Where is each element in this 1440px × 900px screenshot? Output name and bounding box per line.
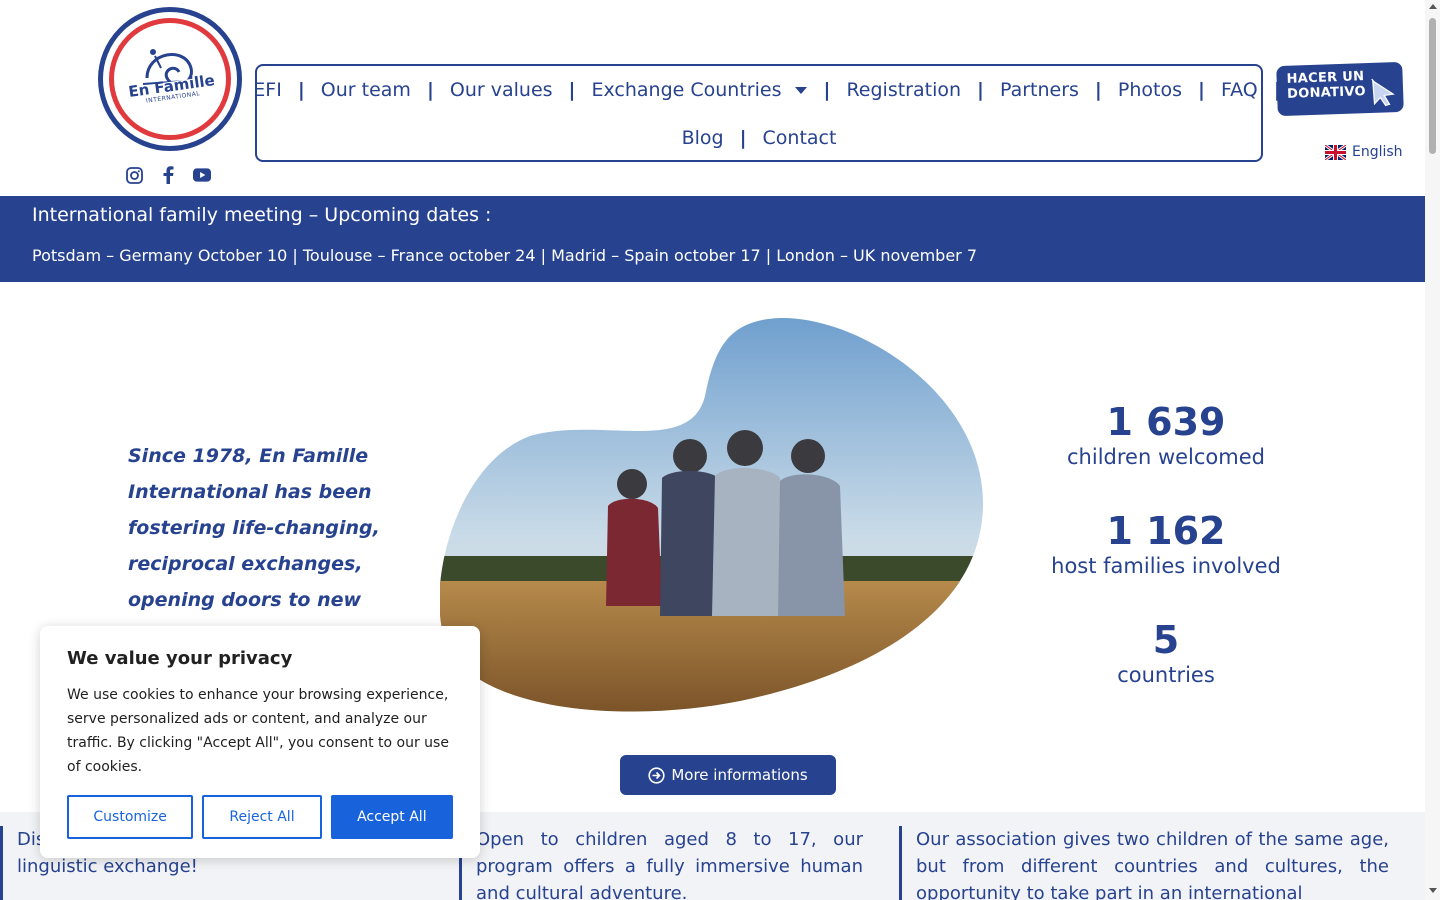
nav-separator: |	[1094, 79, 1102, 101]
nav-item-exchange-countries-label: Exchange Countries	[591, 79, 782, 101]
nav-separator: |	[739, 127, 747, 149]
nav-separator: |	[1197, 79, 1205, 101]
nav-separator: |	[977, 79, 984, 101]
donate-button[interactable]: HACER UN DONATIVO	[1276, 61, 1404, 117]
stat-label: countries	[1117, 663, 1215, 687]
stat-number: 5	[1152, 618, 1180, 662]
language-switcher[interactable]: English	[1325, 144, 1403, 160]
facebook-icon[interactable]	[159, 166, 177, 184]
events-banner: International family meeting – Upcoming …	[0, 196, 1425, 282]
vertical-scrollbar[interactable]	[1425, 0, 1440, 900]
caret-down-icon	[795, 87, 808, 94]
feature-column: Our association gives two children of th…	[899, 826, 1389, 900]
hero-photo	[440, 316, 985, 716]
nav-item-partners[interactable]: Partners	[984, 76, 1095, 104]
stat-number: 1 162	[1106, 509, 1226, 553]
nav-item-our-values[interactable]: Our values	[434, 76, 569, 104]
nav-separator: |	[297, 79, 305, 101]
nav-separator: |	[568, 79, 576, 101]
nav-separator: |	[823, 79, 831, 101]
accept-all-button[interactable]: Accept All	[330, 795, 453, 839]
cookie-title: We value your privacy	[67, 648, 293, 669]
reject-all-button[interactable]: Reject All	[202, 795, 322, 839]
nav-item-efi[interactable]: EFI	[237, 76, 298, 104]
stat-label: children welcomed	[1067, 445, 1265, 469]
nav-item-registration[interactable]: Registration	[830, 76, 977, 104]
nav-item-blog[interactable]: Blog	[666, 124, 740, 152]
more-info-button[interactable]: More informations	[620, 755, 836, 795]
banner-title: International family meeting – Upcoming …	[32, 204, 492, 226]
nav-separator: |	[426, 79, 434, 101]
cookie-buttons: Customize Reject All Accept All	[67, 795, 453, 839]
scroll-down-icon[interactable]	[1429, 888, 1437, 893]
intro-text: Since 1978, En Famille International has…	[128, 445, 380, 611]
stat-families: 1 162 host families involved	[1030, 509, 1302, 618]
logo[interactable]: En Famille INTERNATIONAL	[98, 7, 242, 151]
customize-button[interactable]: Customize	[67, 795, 194, 839]
main-nav: EFI | Our team | Our values | Exchange C…	[253, 64, 1281, 162]
stats: 1 639 children welcomed 1 162 host famil…	[1030, 400, 1302, 727]
nav-item-exchange-countries[interactable]: Exchange Countries	[576, 76, 824, 104]
banner-dates: Potsdam – Germany October 10 | Toulouse …	[32, 246, 978, 265]
nav-item-our-team[interactable]: Our team	[305, 76, 427, 104]
feature-column: Open to children aged 8 to 17, our progr…	[459, 826, 863, 900]
stat-number: 1 639	[1106, 400, 1226, 444]
nav-item-contact[interactable]: Contact	[747, 124, 853, 152]
scrollbar-thumb[interactable]	[1429, 18, 1436, 154]
cookie-text: We use cookies to enhance your browsing …	[67, 687, 449, 775]
stat-countries: 5 countries	[1030, 618, 1302, 727]
stat-label: host families involved	[1051, 554, 1281, 578]
youtube-icon[interactable]	[193, 166, 211, 184]
uk-flag-icon	[1325, 144, 1346, 160]
cookie-consent-dialog: We value your privacy We use cookies to …	[40, 626, 480, 858]
instagram-icon[interactable]	[125, 166, 143, 184]
nav-item-photos[interactable]: Photos	[1102, 76, 1198, 104]
arrow-circle-right-icon	[648, 766, 665, 784]
nav-item-faq[interactable]: FAQ	[1205, 76, 1274, 104]
nav-row-2: Blog | Contact	[257, 124, 1261, 152]
more-info-label: More informations	[671, 766, 808, 784]
cursor-icon	[1371, 78, 1395, 107]
social-links	[125, 166, 211, 184]
scroll-up-icon[interactable]	[1429, 4, 1437, 9]
nav-row-1: EFI | Our team | Our values | Exchange C…	[253, 76, 1280, 104]
language-label: English	[1352, 144, 1403, 160]
stat-children: 1 639 children welcomed	[1030, 400, 1302, 509]
